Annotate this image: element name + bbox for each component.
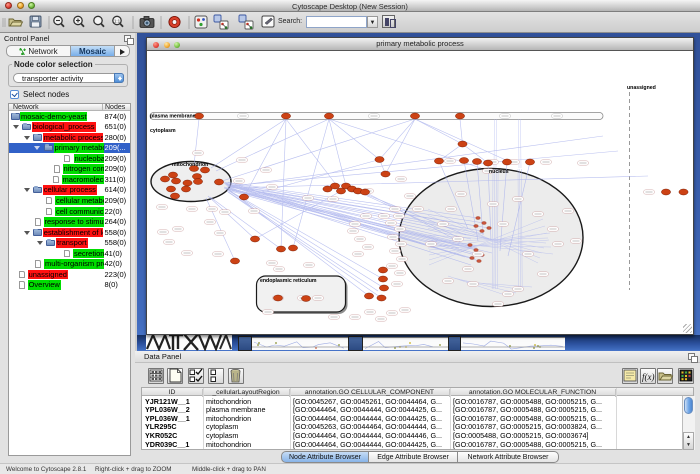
svg-text:cytoplasm: cytoplasm: [150, 128, 176, 134]
svg-text:f(x): f(x): [642, 372, 655, 382]
svg-text:mitochondrion: mitochondrion: [172, 162, 208, 168]
svg-text:endoplasmic reticulum: endoplasmic reticulum: [260, 278, 317, 284]
svg-text:nucleus: nucleus: [489, 169, 509, 175]
svg-text:unassigned: unassigned: [627, 85, 656, 91]
svg-text:1:1: 1:1: [114, 18, 121, 23]
svg-text:plasma membrane: plasma membrane: [150, 114, 196, 120]
